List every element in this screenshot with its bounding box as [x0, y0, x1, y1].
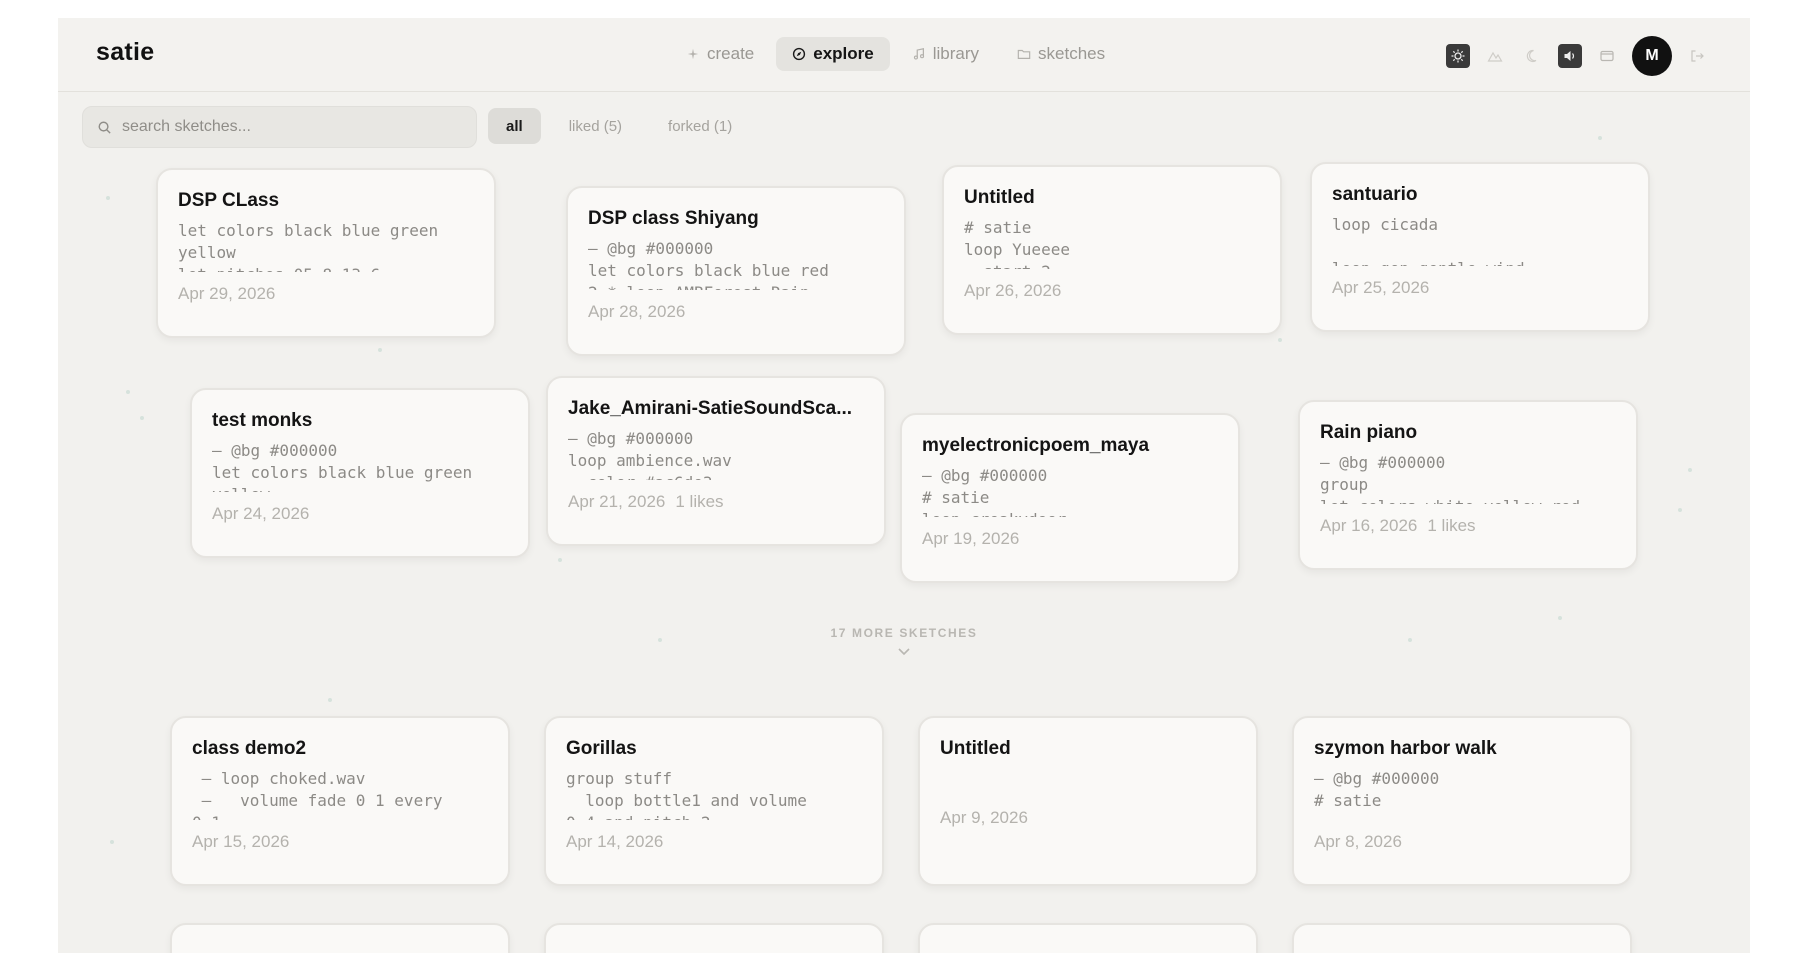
chevron-down-icon[interactable]: [894, 646, 914, 658]
sketch-code-preview: – @bg #000000 let colors black blue red …: [588, 239, 829, 290]
sketch-date: Apr 26, 2026: [964, 281, 1062, 300]
folder-icon: [1017, 49, 1031, 59]
sketch-code-preview: – loop choked.wav – volume fade 0 1 ever…: [192, 769, 443, 820]
nav-explore-label: explore: [813, 44, 874, 63]
particle: [106, 196, 110, 200]
sketch-card[interactable]: Gorillas group stuff loop bottle1 and vo…: [544, 716, 884, 886]
search-input[interactable]: [122, 118, 442, 136]
nav-library[interactable]: library: [896, 37, 995, 71]
filter-liked[interactable]: liked (5): [551, 108, 640, 144]
filter-all[interactable]: all: [488, 108, 541, 144]
search-box[interactable]: [82, 106, 477, 148]
window-icon[interactable]: [1594, 43, 1620, 69]
toolbar-right: M: [1446, 36, 1710, 76]
more-sketches-label[interactable]: 17 MORE SKETCHES: [58, 626, 1750, 640]
sketch-date: Apr 21, 2026: [568, 492, 666, 511]
sketch-code-preview: [940, 768, 1236, 796]
sketch-card[interactable]: santuario loop cicada loop gen gentle wi…: [1310, 162, 1650, 332]
sketch-date: Apr 8, 2026: [1314, 832, 1402, 851]
sketch-date: Apr 28, 2026: [588, 302, 686, 321]
mountain-icon[interactable]: [1482, 43, 1508, 69]
nav-create-label: create: [707, 44, 755, 63]
filter-forked[interactable]: forked (1): [650, 108, 750, 144]
main-nav: create explore library sketches: [670, 37, 1121, 71]
sketch-card[interactable]: Untitled Apr 9, 2026: [918, 716, 1258, 886]
sketch-likes: 1 likes: [675, 492, 724, 511]
particle: [1678, 508, 1682, 512]
sketch-code-preview: group stuff loop bottle1 and volume 0.4 …: [566, 769, 807, 820]
particle: [378, 348, 382, 352]
nav-explore[interactable]: explore: [776, 37, 890, 71]
search-icon: [98, 121, 111, 134]
avatar[interactable]: M: [1632, 36, 1672, 76]
sketch-code-preview: – @bg #000000 group let colors white yel…: [1320, 453, 1580, 504]
sketch-date: Apr 16, 2026: [1320, 516, 1418, 535]
particle: [1598, 136, 1602, 140]
sketch-title: Rain piano: [1320, 422, 1418, 443]
sketch-card-partial[interactable]: [170, 923, 510, 953]
sketch-date: Apr 29, 2026: [178, 284, 276, 303]
sun-icon[interactable]: [1446, 44, 1470, 68]
app-window: satie create explore library sketches M …: [58, 18, 1750, 953]
sketch-title: DSP class Shiyang: [588, 208, 759, 229]
sketch-date: Apr 9, 2026: [940, 808, 1028, 827]
nav-sketches[interactable]: sketches: [1001, 37, 1121, 71]
top-bar: satie create explore library sketches M: [58, 18, 1750, 92]
sketch-date: Apr 19, 2026: [922, 529, 1020, 548]
particle: [140, 416, 144, 420]
sketch-card[interactable]: class demo2 – loop choked.wav – volume f…: [170, 716, 510, 886]
sketch-date: Apr 24, 2026: [212, 504, 310, 523]
sketch-title: santuario: [1332, 184, 1418, 205]
compass-icon: [793, 47, 806, 61]
sketch-title: DSP CLass: [178, 190, 280, 211]
sketch-likes: 1 likes: [1427, 516, 1476, 535]
sketch-code-preview: let colors black blue green yellow let p…: [178, 221, 439, 272]
particle: [1278, 338, 1282, 342]
sketch-title: class demo2: [192, 738, 307, 759]
nav-sketches-label: sketches: [1038, 44, 1106, 63]
particle: [110, 840, 114, 844]
sketch-title: Jake_Amirani-SatieSoundSca...: [568, 398, 853, 419]
sketch-code-preview: – @bg #000000 # satie loop creakydoor: [922, 466, 1067, 517]
sketch-title: Untitled: [964, 187, 1035, 208]
sketch-card[interactable]: szymon harbor walk – @bg #000000 # satie…: [1292, 716, 1632, 886]
music-note-icon: [913, 47, 924, 60]
particle: [1688, 468, 1692, 472]
sketch-date: Apr 15, 2026: [192, 832, 290, 851]
particle: [558, 558, 562, 562]
sketch-code-preview: – @bg #000000 # satie: [1314, 769, 1440, 810]
sketch-code-preview: # satie loop Yueeee start 2: [964, 218, 1070, 269]
particle: [126, 390, 130, 394]
sketch-title: Gorillas: [566, 738, 637, 759]
sketch-code-preview: – @bg #000000 loop ambience.wav color #a…: [568, 429, 732, 480]
sketch-card[interactable]: Rain piano – @bg #000000 group let color…: [1298, 400, 1638, 570]
sketch-card[interactable]: Untitled # satie loop Yueeee start 2 Apr…: [942, 165, 1282, 335]
sketch-title: szymon harbor walk: [1314, 738, 1497, 759]
nav-library-label: library: [932, 44, 980, 63]
sketch-card-partial[interactable]: [918, 923, 1258, 953]
nav-create[interactable]: create: [670, 37, 770, 71]
particle: [1558, 616, 1562, 620]
sparkle-icon: [687, 48, 699, 60]
sketch-title: myelectronicpoem_maya: [922, 435, 1150, 456]
sketch-card-partial[interactable]: [1292, 923, 1632, 953]
sketch-date: Apr 14, 2026: [566, 832, 664, 851]
sketch-code-preview: – @bg #000000 let colors black blue gree…: [212, 441, 473, 492]
sketch-card[interactable]: myelectronicpoem_maya – @bg #000000 # sa…: [900, 413, 1240, 583]
app-logo[interactable]: satie: [96, 38, 154, 67]
sketch-card[interactable]: test monks – @bg #000000 let colors blac…: [190, 388, 530, 558]
sketch-title: Untitled: [940, 738, 1011, 759]
sketch-date: Apr 25, 2026: [1332, 278, 1430, 297]
particle: [328, 698, 332, 702]
sketch-card-partial[interactable]: [544, 923, 884, 953]
sketch-card[interactable]: DSP CLass let colors black blue green ye…: [156, 168, 496, 338]
sketch-card[interactable]: Jake_Amirani-SatieSoundSca... – @bg #000…: [546, 376, 886, 546]
moon-icon[interactable]: [1520, 43, 1546, 69]
sketch-code-preview: loop cicada loop gen gentle wind: [1332, 215, 1525, 266]
sketch-card[interactable]: DSP class Shiyang – @bg #000000 let colo…: [566, 186, 906, 356]
filter-tabs: all liked (5) forked (1): [488, 108, 750, 144]
logout-icon[interactable]: [1684, 43, 1710, 69]
speaker-icon[interactable]: [1558, 44, 1582, 68]
sketch-title: test monks: [212, 410, 313, 431]
